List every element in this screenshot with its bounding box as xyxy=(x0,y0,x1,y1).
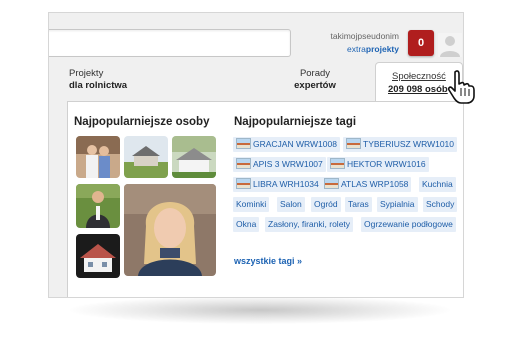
tag-salon[interactable]: Salon xyxy=(277,197,305,212)
tag-label: HEKTOR WRW1016 xyxy=(347,159,426,169)
house-thumbnail-icon xyxy=(236,138,251,149)
person-photo-blonde-woman[interactable] xyxy=(124,184,216,276)
tag-schody[interactable]: Schody xyxy=(423,197,458,212)
tag-ogrod[interactable]: Ogród xyxy=(311,197,341,212)
avatar-icon[interactable] xyxy=(438,33,462,57)
house-thumbnail-icon xyxy=(324,178,339,189)
tag-kominki[interactable]: Kominki xyxy=(233,197,270,212)
house-thumbnail-icon xyxy=(346,138,361,149)
card-shadow xyxy=(70,296,450,324)
tag-zaslony[interactable]: Zasłony, firanki, rolety xyxy=(265,217,354,232)
user-nickname[interactable]: takimojpseudonim xyxy=(330,30,399,43)
person-photo-man-suit[interactable] xyxy=(76,184,120,228)
tag-label: GRACJAN WRW1008 xyxy=(253,139,337,149)
nav-porady[interactable]: Porady expertów xyxy=(285,68,345,92)
screenshot-stage: takimojpseudonim extraprojekty 0 Projekt… xyxy=(0,0,520,340)
nav-spolecznosc-line2[interactable]: 209 098 osób xyxy=(388,84,448,95)
community-dropdown: Najpopularniejsze osoby Najpopularniejsz… xyxy=(67,101,463,297)
person-photo-house-render[interactable] xyxy=(76,234,120,278)
tag-label: ATLAS WRP1058 xyxy=(341,179,409,189)
site-header-card: takimojpseudonim extraprojekty 0 Projekt… xyxy=(48,12,464,298)
people-grid xyxy=(76,136,216,282)
nav-porady-line1: Porady xyxy=(299,68,331,79)
tag-gracjan[interactable]: GRACJAN WRW1008 xyxy=(233,137,340,152)
person-photo-couple[interactable] xyxy=(76,136,120,178)
tag-libra[interactable]: LIBRA WRH1034 xyxy=(233,177,322,192)
tag-label: LIBRA WRH1034 xyxy=(253,179,319,189)
house-thumbnail-icon xyxy=(236,178,251,189)
tags-heading: Najpopularniejsze tagi xyxy=(234,116,357,128)
tag-label: APIS 3 WRW1007 xyxy=(253,159,323,169)
tag-taras[interactable]: Taras xyxy=(345,197,372,212)
search-input[interactable] xyxy=(49,29,291,57)
house-thumbnail-icon xyxy=(330,158,345,169)
people-heading: Najpopularniejsze osoby xyxy=(74,116,210,128)
nav-porady-line2: expertów xyxy=(294,80,336,91)
extraprojekty-prefix[interactable]: extra xyxy=(347,44,366,54)
user-info: takimojpseudonim extraprojekty xyxy=(330,30,399,56)
notifications-badge[interactable]: 0 xyxy=(408,30,434,56)
nav-projekty-line2: dla rolnictwa xyxy=(69,80,128,91)
extraprojekty-bold[interactable]: projekty xyxy=(366,44,399,54)
tag-tyberiusz[interactable]: TYBERIUSZ WRW1010 xyxy=(343,137,458,152)
extraprojekty-link[interactable]: extraprojekty xyxy=(330,43,399,56)
nav-spolecznosc-line1[interactable]: Społeczność xyxy=(392,71,446,82)
tag-apis3[interactable]: APIS 3 WRW1007 xyxy=(233,157,326,172)
tag-hektor[interactable]: HEKTOR WRW1016 xyxy=(327,157,429,172)
nav-projekty-line1: Projekty xyxy=(69,68,104,79)
hand-pointer-icon xyxy=(447,70,475,104)
tag-atlas[interactable]: ATLAS WRP1058 xyxy=(321,177,412,192)
house-thumbnail-icon xyxy=(236,158,251,169)
nav-projekty[interactable]: Projekty dla rolnictwa xyxy=(69,68,153,92)
person-photo-house-garden[interactable] xyxy=(124,136,168,178)
all-tags-link[interactable]: wszystkie tagi » xyxy=(234,256,302,266)
tag-kuchnia[interactable]: Kuchnia xyxy=(419,177,456,192)
tag-sypialnia[interactable]: Sypialnia xyxy=(377,197,418,212)
person-photo-white-house[interactable] xyxy=(172,136,216,178)
tag-label: TYBERIUSZ WRW1010 xyxy=(363,139,455,149)
tag-okna[interactable]: Okna xyxy=(233,217,260,232)
tag-ogrzewanie[interactable]: Ogrzewanie podłogowe xyxy=(361,217,456,232)
